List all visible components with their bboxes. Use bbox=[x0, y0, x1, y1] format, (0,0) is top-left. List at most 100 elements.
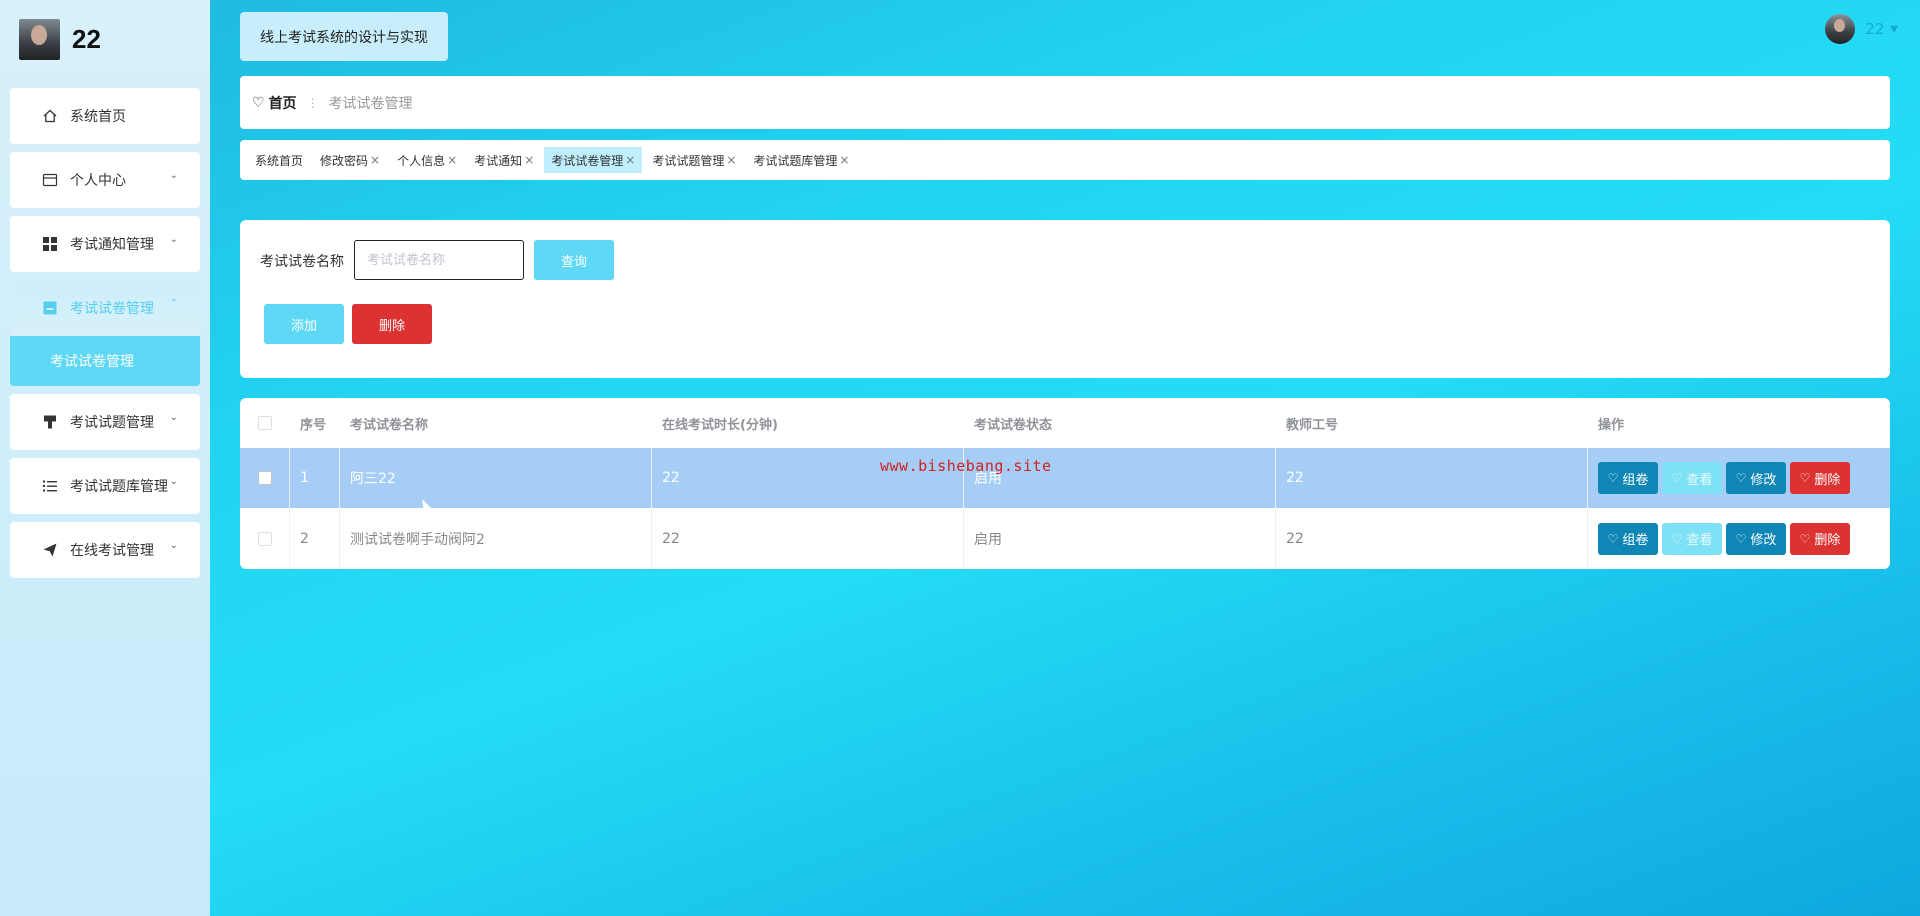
view-button[interactable]: ♡ 查看 bbox=[1662, 522, 1722, 555]
compose-button[interactable]: ♡ 组卷 bbox=[1598, 522, 1658, 555]
close-icon[interactable]: × bbox=[839, 153, 849, 167]
delete-button[interactable]: ♡ 删除 bbox=[1790, 522, 1850, 555]
user-name: 22 bbox=[1865, 20, 1885, 38]
row-check-cell bbox=[240, 508, 290, 569]
column-header: 考试试卷状态 bbox=[974, 417, 1053, 433]
heart-icon: ♡ bbox=[1735, 471, 1747, 485]
edit-label: 修改 bbox=[1750, 472, 1777, 488]
tag-exam-paper[interactable]: 考试试卷管理 × bbox=[544, 147, 643, 173]
profile-icon bbox=[42, 172, 58, 188]
breadcrumb-home[interactable]: ♡ 首页 bbox=[252, 93, 297, 113]
brand-avatar bbox=[19, 18, 60, 60]
chevron-up-icon: ⌃ bbox=[169, 298, 178, 309]
compose-label: 组卷 bbox=[1622, 533, 1649, 548]
heart-icon: ♡ bbox=[1799, 471, 1811, 485]
delete-button[interactable]: ♡ 删除 bbox=[1790, 462, 1850, 494]
search-label: 考试试卷名称 bbox=[260, 254, 344, 270]
brand: 22 bbox=[19, 18, 101, 60]
row-checkbox[interactable] bbox=[257, 471, 272, 485]
column-header: 序号 bbox=[300, 417, 327, 433]
breadcrumb-home-label: 首页 bbox=[268, 95, 297, 112]
close-icon[interactable]: × bbox=[447, 153, 457, 167]
system-title: 线上考试系统的设计与实现 bbox=[240, 12, 448, 61]
column-header: 考试试卷名称 bbox=[350, 417, 429, 433]
tag-question-bank[interactable]: 考试试题库管理 × bbox=[746, 147, 856, 173]
sidebar-item-label: 考试试卷管理 bbox=[70, 301, 154, 317]
tag-home[interactable]: 系统首页 bbox=[248, 147, 310, 173]
sidebar-item-question-bank[interactable]: 考试试题库管理 ⌄ bbox=[10, 458, 200, 514]
tag-change-password[interactable]: 修改密码 × bbox=[313, 147, 387, 173]
chevron-down-icon: ⌄ bbox=[169, 540, 178, 551]
tag-personal-info[interactable]: 个人信息 × bbox=[390, 147, 464, 173]
avatar bbox=[1825, 14, 1856, 44]
sidebar-item-online-exam[interactable]: 在线考试管理 ⌄ bbox=[10, 522, 200, 578]
sidebar-item-questions[interactable]: 考试试题管理 ⌄ bbox=[10, 394, 200, 450]
close-icon[interactable]: × bbox=[524, 153, 534, 167]
row-actions: ♡ 组卷 ♡ 查看 ♡ 修改 ♡ 删除 bbox=[1588, 508, 1890, 569]
add-button[interactable]: 添加 bbox=[264, 304, 344, 344]
sidebar-item-label: 个人中心 bbox=[70, 173, 126, 189]
compose-label: 组卷 bbox=[1622, 472, 1649, 488]
edit-label: 修改 bbox=[1750, 533, 1777, 548]
sidebar-item-label: 考试通知管理 bbox=[70, 237, 154, 253]
row-teacher: 22 bbox=[1276, 448, 1588, 508]
search-input[interactable] bbox=[354, 240, 524, 280]
heart-icon: ♡ bbox=[1671, 531, 1683, 546]
data-table: 序号 考试试卷名称 在线考试时长(分钟) 考试试卷状态 教师工号 操作 1 阿三… bbox=[240, 398, 1890, 569]
row-teacher: 22 bbox=[1276, 508, 1588, 569]
tag-exam-notice[interactable]: 考试通知 × bbox=[467, 147, 541, 173]
sidebar-item-exam-paper[interactable]: 考试试卷管理 ⌃ bbox=[10, 280, 200, 336]
close-icon[interactable]: × bbox=[726, 153, 736, 167]
heart-icon: ♡ bbox=[252, 94, 265, 111]
select-all-cell bbox=[240, 398, 290, 448]
chevron-down-icon: ⌄ bbox=[169, 170, 178, 181]
paper-plane-icon bbox=[42, 542, 58, 558]
chevron-down-icon: ⌄ bbox=[169, 476, 178, 487]
tag-exam-questions[interactable]: 考试试题管理 × bbox=[645, 147, 743, 173]
edit-button[interactable]: ♡ 修改 bbox=[1726, 462, 1786, 494]
edit-button[interactable]: ♡ 修改 bbox=[1726, 522, 1786, 555]
grid-icon bbox=[42, 236, 58, 252]
compose-button[interactable]: ♡ 组卷 bbox=[1598, 462, 1658, 494]
heart-icon: ♡ bbox=[1607, 471, 1619, 485]
list-icon bbox=[42, 478, 58, 494]
breadcrumb-current: 考试试卷管理 bbox=[328, 95, 413, 112]
brush-icon bbox=[42, 414, 58, 430]
search-panel: 考试试卷名称 查询 添加 删除 bbox=[240, 220, 1890, 378]
tag-label: 考试通知 bbox=[474, 153, 523, 168]
batch-delete-button[interactable]: 删除 bbox=[352, 304, 432, 344]
tag-label: 考试试卷管理 bbox=[551, 153, 624, 168]
row-duration: 22 bbox=[652, 508, 964, 569]
table-header: 序号 考试试卷名称 在线考试时长(分钟) 考试试卷状态 教师工号 操作 bbox=[240, 398, 1890, 448]
tag-label: 考试试题管理 bbox=[652, 153, 725, 168]
user-menu[interactable]: 22 ▼ bbox=[1825, 14, 1898, 44]
sidebar-item-label: 系统首页 bbox=[70, 109, 126, 125]
watermark: www.bishebang.site bbox=[880, 457, 1052, 475]
sidebar-item-home[interactable]: 系统首页 bbox=[10, 88, 200, 144]
breadcrumb-separator: ⋮ bbox=[306, 95, 319, 110]
close-icon[interactable]: × bbox=[625, 153, 635, 167]
tag-label: 系统首页 bbox=[255, 153, 304, 168]
close-icon[interactable]: × bbox=[370, 153, 380, 167]
row-status: 启用 bbox=[964, 508, 1276, 569]
view-label: 查看 bbox=[1686, 472, 1713, 488]
row-name: 阿三22 bbox=[340, 448, 652, 508]
home-icon bbox=[42, 108, 58, 124]
row-checkbox[interactable] bbox=[257, 531, 272, 546]
query-button[interactable]: 查询 bbox=[534, 240, 614, 280]
view-button[interactable]: ♡ 查看 bbox=[1662, 462, 1722, 494]
table-row[interactable]: 2 测试试卷啊手动阀阿2 22 启用 22 ♡ 组卷 ♡ 查看 ♡ 修改 ♡ 删除 bbox=[240, 508, 1890, 569]
chevron-down-icon: ⌄ bbox=[169, 412, 178, 423]
heart-icon: ♡ bbox=[1607, 531, 1619, 546]
column-header: 在线考试时长(分钟) bbox=[662, 417, 778, 433]
tag-label: 个人信息 bbox=[397, 153, 446, 168]
heart-icon: ♡ bbox=[1735, 531, 1747, 546]
submenu-item-exam-paper[interactable]: 考试试卷管理 bbox=[10, 336, 200, 386]
select-all-checkbox[interactable] bbox=[258, 416, 272, 430]
row-check-cell bbox=[240, 448, 290, 508]
sidebar-item-profile[interactable]: 个人中心 ⌄ bbox=[10, 152, 200, 208]
table-row[interactable]: 1 阿三22 22 启用 22 ♡ 组卷 ♡ 查看 ♡ 修改 ♡ 删除 bbox=[240, 448, 1890, 508]
heart-icon: ♡ bbox=[1671, 471, 1683, 485]
brand-name: 22 bbox=[72, 23, 101, 54]
sidebar-item-notice[interactable]: 考试通知管理 ⌄ bbox=[10, 216, 200, 272]
